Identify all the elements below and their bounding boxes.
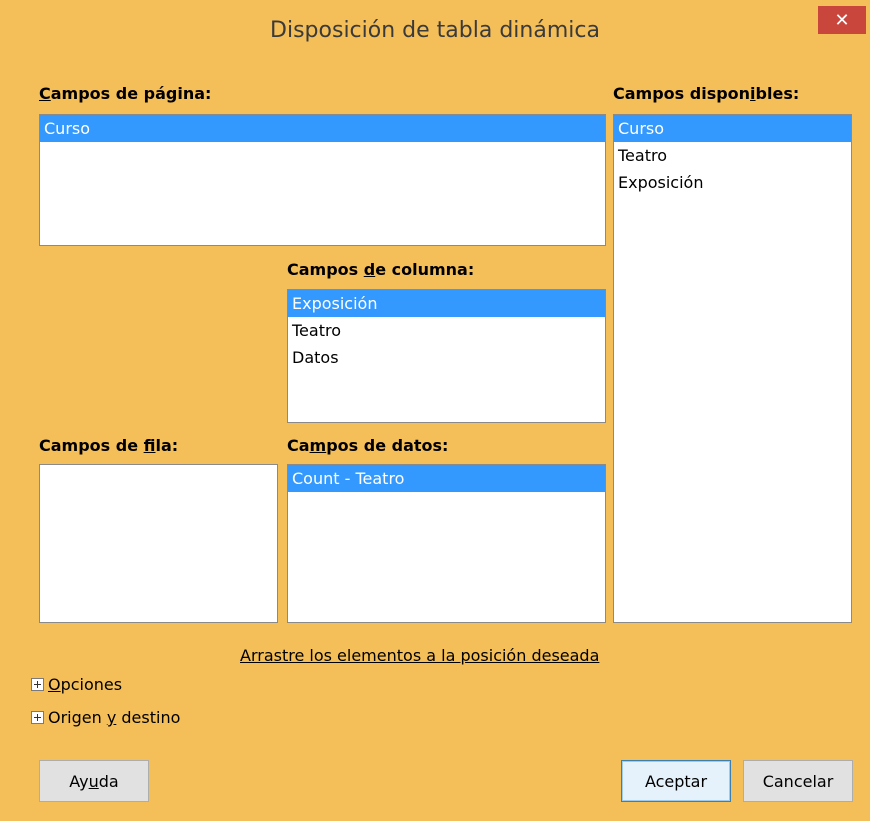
options-expander[interactable]: Opciones	[31, 675, 122, 694]
page-fields-list[interactable]: Curso	[39, 114, 606, 246]
options-label: Opciones	[48, 675, 123, 694]
data-fields-label: Campos de datos:	[287, 436, 449, 455]
row-fields-list[interactable]	[39, 464, 278, 623]
dialog-window: Disposición de tabla dinámica ✕ Campos d…	[0, 0, 870, 821]
plus-icon[interactable]	[31, 711, 44, 724]
dialog-title: Disposición de tabla dinámica	[270, 18, 600, 43]
list-item[interactable]: Curso	[40, 115, 605, 142]
page-fields-label: Campos de página:	[39, 84, 212, 103]
cancel-button[interactable]: Cancelar	[743, 760, 853, 802]
ok-button[interactable]: Aceptar	[621, 760, 731, 802]
list-item[interactable]: Count - Teatro	[288, 465, 605, 492]
list-item[interactable]: Exposición	[288, 290, 605, 317]
drag-hint: Arrastre los elementos a la posición des…	[240, 646, 600, 665]
list-item[interactable]: Teatro	[288, 317, 605, 344]
source-destination-label: Origen y destino	[48, 708, 181, 727]
close-button[interactable]: ✕	[818, 6, 866, 34]
source-destination-expander[interactable]: Origen y destino	[31, 708, 180, 727]
data-fields-list[interactable]: Count - Teatro	[287, 464, 606, 623]
title-bar[interactable]: Disposición de tabla dinámica ✕	[0, 0, 870, 66]
list-item[interactable]: Exposición	[614, 169, 851, 196]
list-item[interactable]: Teatro	[614, 142, 851, 169]
help-button[interactable]: Ay u da	[39, 760, 149, 802]
plus-icon[interactable]	[31, 678, 44, 691]
column-fields-label: Campos de columna:	[287, 260, 475, 279]
list-item[interactable]: Datos	[288, 344, 605, 371]
close-icon: ✕	[834, 9, 850, 31]
available-fields-list[interactable]: Curso Teatro Exposición	[613, 114, 852, 623]
row-fields-label: Campos de fila:	[39, 436, 179, 455]
column-fields-list[interactable]: Exposición Teatro Datos	[287, 289, 606, 423]
available-fields-label: Campos disponibles:	[613, 84, 800, 103]
list-item[interactable]: Curso	[614, 115, 851, 142]
